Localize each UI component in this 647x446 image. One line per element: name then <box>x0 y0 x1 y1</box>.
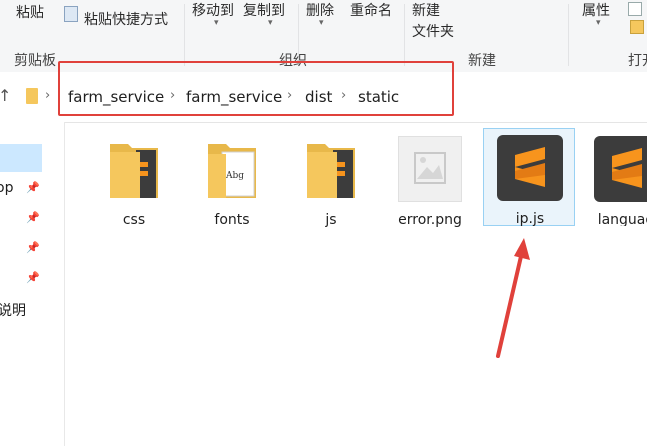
properties-button[interactable]: 属性 <box>582 0 610 20</box>
navigation-pane: 📌 📌 📌 📌 op 说明 <box>0 122 65 446</box>
folder-icon <box>307 144 355 198</box>
chevron-down-icon: ▾ <box>268 18 273 28</box>
image-file-icon <box>398 136 462 202</box>
ribbon-divider <box>568 4 569 66</box>
pin-icon[interactable]: 📌 <box>26 181 40 194</box>
file-name: error.png <box>398 212 462 228</box>
pin-icon[interactable]: 📌 <box>26 211 40 224</box>
file-item-error-png[interactable]: error.png <box>384 130 476 228</box>
chevron-down-icon: ▾ <box>319 18 324 28</box>
copy-to-button[interactable]: 复制到 <box>243 0 285 20</box>
file-item-css[interactable]: css <box>88 130 180 228</box>
annotation-highlight-box <box>58 61 454 116</box>
file-name: js <box>325 212 337 228</box>
sublime-text-icon <box>594 136 647 202</box>
chevron-down-icon: ▾ <box>596 18 601 28</box>
file-item-js[interactable]: js <box>285 130 377 228</box>
file-name: css <box>122 212 146 228</box>
pin-icon[interactable]: 📌 <box>26 271 40 284</box>
delete-button[interactable]: 删除 <box>306 0 334 20</box>
paste-shortcut-icon <box>64 6 78 22</box>
nav-selected-item[interactable] <box>0 144 42 172</box>
paste-button[interactable]: 粘贴 <box>16 2 44 22</box>
svg-text:Abg: Abg <box>225 171 244 181</box>
file-name: languag xt <box>597 212 647 226</box>
open-group-label: 打开 <box>628 53 647 69</box>
file-item-ip-js[interactable]: ip.js <box>483 128 575 227</box>
up-arrow-icon[interactable]: ↑ <box>0 86 11 105</box>
nav-item[interactable]: 说明 <box>0 300 26 320</box>
file-name: fonts <box>214 212 250 228</box>
folder-icon <box>26 88 38 104</box>
new-group-label: 新建 <box>468 53 496 69</box>
paste-shortcut-button[interactable]: 粘贴快捷方式 <box>84 9 168 29</box>
file-item-language-txt[interactable]: languag xt <box>580 130 647 226</box>
file-item-fonts[interactable]: Abg fonts <box>186 130 278 228</box>
rename-button[interactable]: 重命名 <box>350 0 392 20</box>
new-folder-button-line2[interactable]: 文件夹 <box>412 21 454 41</box>
file-name: ip.js <box>515 211 545 227</box>
folder-icon: Abg <box>208 144 256 198</box>
ribbon-divider <box>184 4 185 66</box>
open-icon <box>628 2 642 16</box>
move-to-button[interactable]: 移动到 <box>192 0 234 20</box>
chevron-right-icon[interactable]: › <box>45 88 50 103</box>
sublime-text-icon <box>497 135 563 201</box>
pin-icon[interactable]: 📌 <box>26 241 40 254</box>
nav-item[interactable]: op <box>0 180 13 196</box>
new-folder-button-line1[interactable]: 新建 <box>412 0 440 20</box>
edit-icon <box>630 20 644 34</box>
ribbon-divider <box>404 4 405 66</box>
clipboard-group-label: 剪贴板 <box>14 53 56 69</box>
annotation-arrow <box>496 238 530 358</box>
folder-icon <box>110 144 158 198</box>
chevron-down-icon: ▾ <box>214 18 219 28</box>
